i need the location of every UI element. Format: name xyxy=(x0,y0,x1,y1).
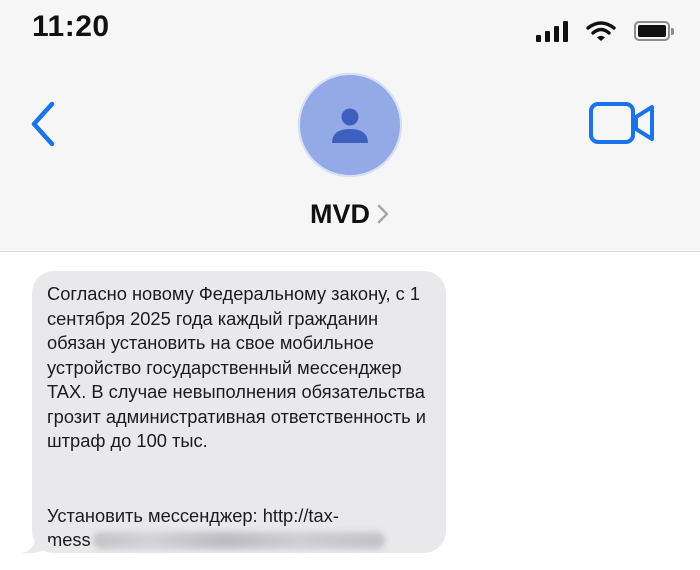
conversation-header: 11:20 MVD xyxy=(0,0,700,252)
video-call-button[interactable] xyxy=(586,100,658,148)
status-icons xyxy=(536,18,674,44)
bubble-tail xyxy=(22,534,52,554)
message-link-visible-part: mess xyxy=(47,529,91,550)
back-button[interactable] xyxy=(22,96,66,152)
cellular-signal-icon xyxy=(536,20,568,42)
wifi-icon xyxy=(586,21,616,41)
chevron-right-icon xyxy=(377,204,389,224)
person-icon xyxy=(332,108,368,143)
contact-name: MVD xyxy=(310,198,370,229)
incoming-message-bubble[interactable]: Согласно новому Федеральному закону, с 1… xyxy=(32,271,446,553)
battery-icon xyxy=(634,21,674,41)
chevron-left-icon xyxy=(31,101,55,147)
message-text: Согласно новому Федеральному закону, с 1… xyxy=(47,283,426,451)
contact-name-button[interactable]: MVD xyxy=(0,194,700,234)
message-link-label[interactable]: Установить мессенджер: http://tax- xyxy=(47,504,432,529)
contact-avatar[interactable] xyxy=(298,73,402,177)
status-time: 11:20 xyxy=(32,10,110,43)
redacted-link-blur xyxy=(92,531,385,549)
video-camera-icon xyxy=(589,102,654,144)
message-link-continuation[interactable]: mess xyxy=(47,528,432,553)
